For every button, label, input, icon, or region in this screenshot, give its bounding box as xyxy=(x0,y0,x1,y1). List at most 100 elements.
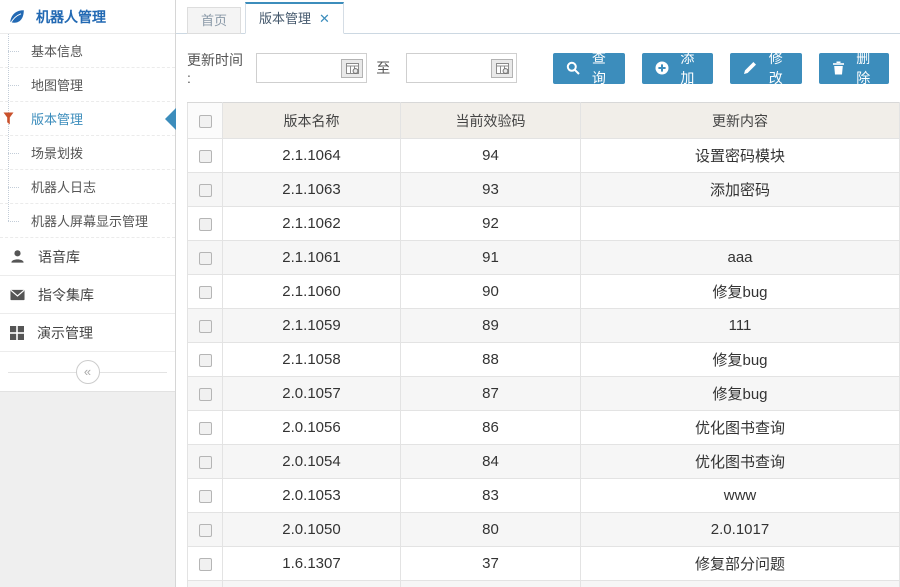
sidebar-item-label: 语音库 xyxy=(38,247,80,267)
table-row[interactable] xyxy=(188,581,900,587)
cell-checkcode: 88 xyxy=(401,343,581,377)
delete-button[interactable]: 删除 xyxy=(819,53,890,84)
sidebar-item-label: 基本信息 xyxy=(31,41,83,60)
row-checkbox[interactable] xyxy=(199,422,212,435)
cell-checkcode: 86 xyxy=(401,411,581,445)
row-checkbox[interactable] xyxy=(199,388,212,401)
cell-checkcode: 83 xyxy=(401,479,581,513)
table-row[interactable]: 2.0.105383www xyxy=(188,479,900,513)
row-checkbox[interactable] xyxy=(199,150,212,163)
row-checkbox[interactable] xyxy=(199,218,212,231)
column-header-content: 更新内容 xyxy=(581,103,900,139)
search-icon xyxy=(566,61,580,75)
app-window: 机器人管理 基本信息地图管理版本管理场景划拨机器人日志机器人屏幕显示管理 语音库… xyxy=(0,0,900,587)
row-checkbox[interactable] xyxy=(199,524,212,537)
cell-version: 2.0.1056 xyxy=(223,411,401,445)
main-content: 首页 版本管理 ✕ 更新时间 : 至 xyxy=(176,0,900,587)
sidebar-item-robot-screen-display-management[interactable]: 机器人屏幕显示管理 xyxy=(0,204,175,238)
cell-checkcode: 87 xyxy=(401,377,581,411)
sidebar-item-map-management[interactable]: 地图管理 xyxy=(0,68,175,102)
row-checkbox[interactable] xyxy=(199,490,212,503)
cell-version: 2.1.1060 xyxy=(223,275,401,309)
cell-update-content: 2.0.1017 xyxy=(581,513,900,547)
calendar-icon[interactable] xyxy=(341,59,363,78)
plus-circle-icon xyxy=(655,61,669,75)
sidebar-item-scene-allocation[interactable]: 场景划拨 xyxy=(0,136,175,170)
cell-update-content xyxy=(581,581,900,587)
cell-update-content: 修复部分问题 xyxy=(581,547,900,581)
collapse-sidebar-button[interactable]: « xyxy=(76,360,100,384)
row-checkbox[interactable] xyxy=(199,320,212,333)
filter-icon xyxy=(3,112,14,125)
table-row[interactable]: 2.1.106191aaa xyxy=(188,241,900,275)
table-row[interactable]: 2.1.106292 xyxy=(188,207,900,241)
row-checkbox-cell xyxy=(188,377,223,411)
cell-checkcode: 89 xyxy=(401,309,581,343)
table-row[interactable]: 2.1.106494设置密码模块 xyxy=(188,139,900,173)
cell-update-content: 优化图书查询 xyxy=(581,445,900,479)
cell-version: 2.0.1057 xyxy=(223,377,401,411)
date-to-field[interactable] xyxy=(407,55,491,81)
sidebar-item-voice-library[interactable]: 语音库 xyxy=(0,238,175,276)
envelope-icon xyxy=(10,289,25,301)
date-from-field[interactable] xyxy=(257,55,341,81)
table-row[interactable]: 2.0.105686优化图书查询 xyxy=(188,411,900,445)
delete-button-label: 删除 xyxy=(851,48,877,88)
add-button-label: 添加 xyxy=(675,48,700,88)
table-row[interactable]: 2.0.105787修复bug xyxy=(188,377,900,411)
row-checkbox[interactable] xyxy=(199,558,212,571)
sidebar-item-version-management[interactable]: 版本管理 xyxy=(0,102,175,136)
table-row[interactable]: 2.0.105484优化图书查询 xyxy=(188,445,900,479)
pencil-icon xyxy=(743,61,757,75)
cell-version: 2.1.1063 xyxy=(223,173,401,207)
row-checkbox[interactable] xyxy=(199,252,212,265)
edit-button[interactable]: 修改 xyxy=(730,53,801,84)
cell-version: 2.1.1064 xyxy=(223,139,401,173)
sidebar-item-label: 演示管理 xyxy=(37,323,93,343)
cell-update-content: aaa xyxy=(581,241,900,275)
cell-checkcode: 90 xyxy=(401,275,581,309)
row-checkbox-cell xyxy=(188,275,223,309)
edit-button-label: 修改 xyxy=(763,48,788,88)
row-checkbox[interactable] xyxy=(199,184,212,197)
table-row[interactable]: 2.1.106090修复bug xyxy=(188,275,900,309)
select-all-checkbox[interactable] xyxy=(199,115,212,128)
sidebar-item-command-library[interactable]: 指令集库 xyxy=(0,276,175,314)
search-button[interactable]: 查询 xyxy=(553,53,624,84)
table-row[interactable]: 2.1.105989111 xyxy=(188,309,900,343)
date-from-input xyxy=(256,53,367,83)
row-checkbox[interactable] xyxy=(199,286,212,299)
tab-version-label: 版本管理 xyxy=(259,6,311,31)
table-row[interactable]: 1.6.130737修复部分问题 xyxy=(188,547,900,581)
tab-version-management[interactable]: 版本管理 ✕ xyxy=(245,2,344,34)
cell-version: 2.0.1050 xyxy=(223,513,401,547)
tab-home-label: 首页 xyxy=(201,13,227,28)
tab-home[interactable]: 首页 xyxy=(187,7,241,34)
cell-checkcode: 94 xyxy=(401,139,581,173)
row-checkbox-cell xyxy=(188,411,223,445)
row-checkbox-cell xyxy=(188,513,223,547)
sidebar-item-demo-management[interactable]: 演示管理 xyxy=(0,314,175,352)
table-row[interactable]: 2.0.1050802.0.1017 xyxy=(188,513,900,547)
row-checkbox[interactable] xyxy=(199,354,212,367)
sidebar-header-robot-management[interactable]: 机器人管理 xyxy=(0,0,175,34)
table-row[interactable]: 2.1.106393添加密码 xyxy=(188,173,900,207)
calendar-icon[interactable] xyxy=(491,59,513,78)
cell-update-content: 111 xyxy=(581,309,900,343)
cell-update-content: 修复bug xyxy=(581,377,900,411)
row-checkbox-cell xyxy=(188,445,223,479)
row-checkbox-cell xyxy=(188,173,223,207)
cell-version: 2.1.1062 xyxy=(223,207,401,241)
table-row[interactable]: 2.1.105888修复bug xyxy=(188,343,900,377)
sidebar-item-basic-info[interactable]: 基本信息 xyxy=(0,34,175,68)
row-checkbox[interactable] xyxy=(199,456,212,469)
add-button[interactable]: 添加 xyxy=(642,53,713,84)
select-all-cell xyxy=(188,103,223,139)
close-tab-icon[interactable]: ✕ xyxy=(319,6,330,31)
to-label: 至 xyxy=(376,58,390,78)
column-header-checkcode: 当前效验码 xyxy=(401,103,581,139)
cell-version: 1.6.1307 xyxy=(223,547,401,581)
sidebar: 机器人管理 基本信息地图管理版本管理场景划拨机器人日志机器人屏幕显示管理 语音库… xyxy=(0,0,176,587)
sidebar-submenu: 基本信息地图管理版本管理场景划拨机器人日志机器人屏幕显示管理 xyxy=(0,34,175,238)
sidebar-item-robot-log[interactable]: 机器人日志 xyxy=(0,170,175,204)
